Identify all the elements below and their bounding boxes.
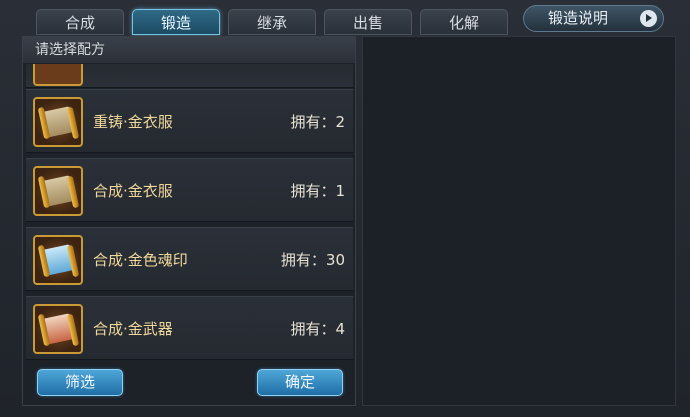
recipe-owned-count: 拥有：1 (290, 182, 345, 200)
forge-detail-panel (362, 36, 676, 406)
red-scroll-icon (33, 304, 83, 354)
forge-help-label: 锻造说明 (548, 9, 609, 27)
recipe-owned-count: 拥有：30 (280, 251, 345, 269)
recipe-name: 重铸·金衣服 (93, 113, 173, 131)
list-item-recipe[interactable]: 合成·金武器 拥有：4 (26, 296, 353, 360)
forge-window: 合成 锻造 继承 出售 化解 锻造说明 请选择配方 重铸·金衣服 拥有：2 合成… (0, 0, 690, 417)
gold-scroll-icon (33, 97, 83, 147)
recipe-list[interactable]: 重铸·金衣服 拥有：2 合成·金衣服 拥有：1 合成·金色魂印 拥有：30 合成… (26, 64, 353, 364)
filter-button[interactable]: 筛选 (37, 369, 123, 396)
recipe-name: 合成·金武器 (93, 320, 173, 338)
tab-dissolve[interactable]: 化解 (420, 9, 508, 35)
confirm-button[interactable]: 确定 (257, 369, 343, 396)
tab-sell[interactable]: 出售 (324, 9, 412, 35)
list-item-recipe[interactable]: 合成·金衣服 拥有：1 (26, 158, 353, 222)
recipe-owned-count: 拥有：4 (290, 320, 345, 338)
recipe-owned-count: 拥有：2 (290, 113, 345, 131)
list-item-recipe[interactable]: 合成·金色魂印 拥有：30 (26, 227, 353, 291)
tab-synthesis[interactable]: 合成 (36, 9, 124, 35)
list-item-partial[interactable] (26, 64, 353, 88)
recipe-name: 合成·金色魂印 (93, 251, 188, 269)
recipe-name: 合成·金衣服 (93, 182, 173, 200)
play-arrow-icon (640, 10, 657, 27)
tab-forge[interactable]: 锻造 (132, 9, 220, 35)
forge-help-button[interactable]: 锻造说明 (523, 5, 664, 32)
gold-scroll-icon (33, 166, 83, 216)
recipe-panel: 请选择配方 重铸·金衣服 拥有：2 合成·金衣服 拥有：1 合成·金色魂印 拥有… (22, 36, 356, 406)
scroll-icon (33, 64, 83, 86)
list-item-recipe[interactable]: 重铸·金衣服 拥有：2 (26, 89, 353, 153)
recipe-panel-title: 请选择配方 (23, 37, 355, 63)
tab-inherit[interactable]: 继承 (228, 9, 316, 35)
blue-scroll-icon (33, 235, 83, 285)
